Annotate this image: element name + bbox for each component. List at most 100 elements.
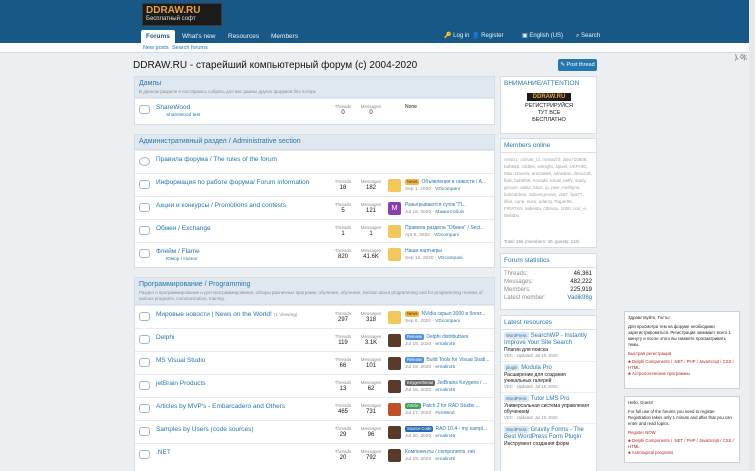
widget-title[interactable]: Members online	[501, 139, 596, 153]
forum-name[interactable]: Samples by Users (code sources)	[156, 426, 254, 433]
avatar[interactable]	[388, 334, 401, 347]
resource-title[interactable]: WordPress Gravity Forms - The Best WordPr…	[504, 426, 593, 441]
resource-title[interactable]: WordPress Tutor LMS Pro	[504, 395, 593, 403]
last-post-title[interactable]: Article Patch 2 for RAD Studio ...	[405, 403, 493, 409]
tab-members[interactable]: Members	[266, 30, 303, 43]
quick-register-link[interactable]: Быстрая регистрация	[628, 351, 736, 357]
search-link[interactable]: ⌕ Search	[576, 30, 600, 42]
forum-row: .NET Threads 20 Messages 792 Компоненты / …	[135, 443, 494, 466]
resource-title[interactable]: WordPress SearchWP - Instantly Improve Yo…	[504, 332, 593, 347]
last-post-title[interactable]: News NVidia скрыл 3000 в богат...	[405, 311, 493, 317]
last-post-title[interactable]: Правила раздела "Обмен" / Sect...	[405, 225, 493, 231]
avatar[interactable]	[388, 380, 401, 393]
avatar[interactable]	[388, 426, 401, 439]
forum-name[interactable]: Обмен / Exchange	[156, 225, 211, 232]
register-link[interactable]: 👤 Register	[472, 30, 503, 42]
notice-links[interactable]: ♣ Delphi Components / .NET / PHP / JavaS…	[628, 359, 736, 371]
last-post-title[interactable]: Наши партнеры	[405, 248, 493, 254]
last-post-user[interactable]: VDcompani	[435, 319, 460, 324]
forum-icon	[139, 249, 150, 258]
language-chooser[interactable]: ▣ English (US)	[522, 30, 563, 42]
last-post-user[interactable]: VDcompani	[435, 187, 460, 192]
avatar[interactable]	[388, 179, 401, 192]
last-post-user[interactable]: FireWind	[435, 411, 454, 416]
forum-row: Articles by MVP's - Embarcadero and Othe…	[135, 397, 494, 420]
widget-title: ВНИМАНИЕ/ATTENTION	[504, 80, 580, 87]
subforum-link[interactable]: ShareWood test	[166, 113, 200, 118]
tab-resources[interactable]: Resources	[223, 30, 264, 43]
last-post-title[interactable]: Keygen/Serial JetBrains Keygens / ...	[405, 380, 493, 386]
forum-row: ShareWood ShareWood test Threads 0 Messag…	[135, 98, 494, 124]
last-post-user[interactable]: ernalin45	[435, 457, 455, 462]
last-post-user[interactable]: VDcompani	[438, 256, 463, 261]
resource-desc: Инструмент создания форм	[504, 441, 569, 447]
search-forums-link[interactable]: Search forums	[172, 44, 208, 52]
post-thread-button[interactable]: ✎ Post thread	[558, 59, 597, 71]
threads-stat: Threads 297	[330, 311, 356, 323]
messages-count: 101	[365, 363, 376, 369]
last-post-title-text: Объявления и новости / A...	[421, 179, 487, 185]
widget-title[interactable]: Latest resources	[501, 316, 596, 330]
notice-links-2[interactable]: ♣ Astrological programs	[628, 450, 736, 456]
avatar[interactable]	[388, 357, 401, 370]
stat-value[interactable]: Vadik98g	[567, 295, 592, 301]
new-posts-link[interactable]: New posts	[143, 44, 169, 52]
notice-greeting: Здравствуйте, Гость!	[628, 315, 670, 320]
last-post-user[interactable]: ernalin45	[435, 365, 455, 370]
login-link[interactable]: 🔑 Log in	[444, 30, 470, 42]
forum-name[interactable]: Флейм / Flame	[156, 248, 200, 255]
notice-links-2[interactable]: ♣ Астрологические программы	[628, 371, 736, 377]
avatar[interactable]	[388, 311, 401, 324]
last-post-title[interactable]: Release Build Tools for Visual Studi...	[405, 357, 493, 363]
forum-name[interactable]: Delphi	[156, 334, 174, 341]
site-logo[interactable]: DDRAW.RU Бесплатный софт	[142, 3, 222, 26]
forum-name[interactable]: ShareWood	[156, 104, 190, 111]
notice-links[interactable]: ♣ Delphi Components / .NET / PHP / JavaS…	[628, 438, 736, 450]
subforum-link[interactable]: Юмор / Humor	[166, 257, 198, 262]
tab-whats-new[interactable]: What's new	[177, 30, 220, 43]
last-post-title[interactable]: Разыгрываются суток "П...	[405, 202, 493, 208]
last-post-title[interactable]: Release Delphi distributives	[405, 334, 493, 340]
last-post-user[interactable]: VDcompani	[434, 233, 459, 238]
last-post-title[interactable]: Компоненты / components .net	[405, 449, 493, 455]
category-title[interactable]: Дампы	[139, 79, 490, 89]
last-post-user[interactable]: ernalin45	[435, 388, 455, 393]
register-now-link[interactable]: Register NOW	[628, 430, 736, 436]
members-list[interactable]: Antrizz, ochvar_id, motsid73, alex710606…	[501, 153, 596, 235]
messages-stat: Messages 731	[358, 403, 384, 415]
category-title[interactable]: Программирование / Programming	[139, 280, 490, 290]
forum-name[interactable]: jetBrain Products	[156, 380, 206, 387]
forum-name[interactable]: Мировые новости | News on the World! (1 …	[156, 311, 298, 318]
stat-value: 482,222	[570, 279, 592, 285]
notice-text: For full use of the forums you need to r…	[628, 409, 732, 426]
tab-forums[interactable]: Forums	[141, 30, 175, 43]
category-header: Административный раздел / Administrative…	[135, 135, 494, 150]
avatar[interactable]	[388, 225, 401, 238]
avatar[interactable]	[388, 403, 401, 416]
page-scrollbar[interactable]	[749, 0, 755, 471]
last-post-date: Jul 19, 2020	[405, 365, 432, 370]
forum-name[interactable]: Информация по работе форума/ Forum infor…	[156, 179, 309, 186]
threads-label: Threads	[334, 202, 352, 207]
last-post-title[interactable]: Source Code RAD 10.4 - my sampl...	[405, 426, 493, 432]
resource-title[interactable]: plugin Modula Pro	[504, 364, 593, 372]
forum-name[interactable]: Акции и конкурсы / Promotions and contes…	[156, 202, 286, 209]
last-post-user[interactable]: ernalin45	[435, 434, 455, 439]
forum-row: Обмен / Exchange Threads 1 Messages 1 Прав…	[135, 219, 494, 242]
last-post-title[interactable]: News Объявления и новости / A...	[405, 179, 493, 185]
last-post-user[interactable]: ernalin45	[435, 342, 455, 347]
register-banner[interactable]: DDRAW.RU РЕГИСТРИРУЙСЯ ТУТ ВСЕ БЕСПЛАТНО	[521, 93, 577, 133]
avatar[interactable]	[388, 449, 401, 462]
forum-name[interactable]: .NET	[156, 449, 171, 456]
post-thread-label: Post thread	[566, 62, 595, 68]
forum-row: Флейм / Flame Юмор / Humor Threads 820 Me…	[135, 242, 494, 267]
category-header: Программирование / Programming Раздел о …	[135, 278, 494, 305]
avatar[interactable]	[388, 248, 401, 261]
category-title[interactable]: Административный раздел / Administrative…	[139, 137, 490, 147]
forum-name[interactable]: Articles by MVP's - Embarcadero and Othe…	[156, 403, 285, 410]
forum-name[interactable]: Правила форума / The rules of the forum	[156, 156, 277, 163]
forum-name[interactable]: MS Visual Studio	[156, 357, 205, 364]
messages-stat: Messages 318	[358, 311, 384, 323]
avatar[interactable]: M	[388, 202, 401, 215]
last-post-user[interactable]: Мамонтобой	[435, 210, 463, 215]
